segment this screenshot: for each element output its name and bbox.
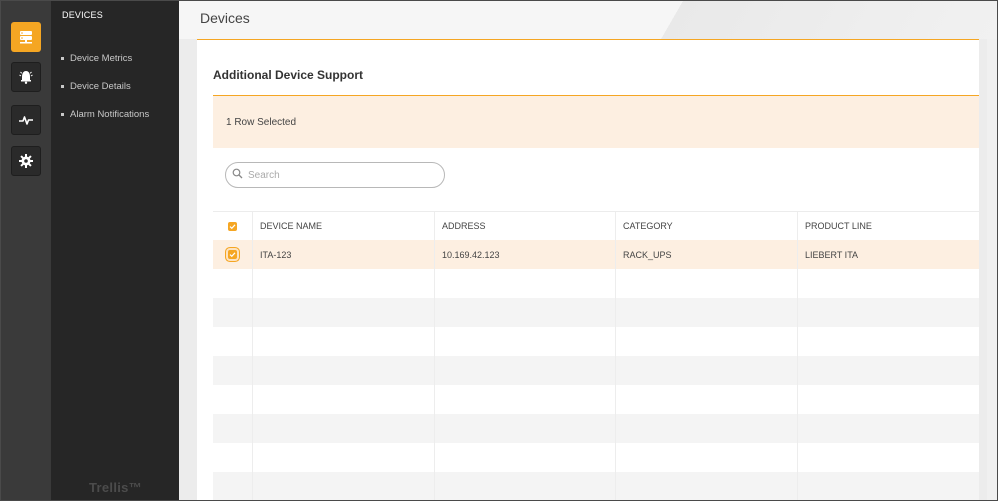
search-box[interactable] [225,162,445,188]
empty-row [213,385,979,414]
settings-nav-button[interactable] [11,146,41,176]
search-input[interactable] [246,168,430,182]
row-checkbox[interactable] [228,250,237,259]
empty-row [213,472,979,500]
device-table: DEVICE NAME ADDRESS CATEGORY PRODUCT LIN… [213,211,979,500]
page-header: Devices [179,1,997,39]
column-header-product-line[interactable]: PRODUCT LINE [798,212,979,240]
gear-icon [18,153,34,169]
pulse-icon [18,112,34,128]
sidebar-item-alarm-notifications[interactable]: Alarm Notifications [61,107,149,122]
check-icon [229,252,236,258]
select-all-cell [213,212,253,240]
column-header-address[interactable]: ADDRESS [435,212,616,240]
bullet-icon [61,85,64,88]
cell-address: 10.169.42.123 [435,240,616,269]
app-window: DEVICES Device Metrics Device Details Al… [0,0,998,501]
vertical-scrollbar[interactable] [987,39,997,500]
brand-logo: Trellis™ [89,480,142,495]
icon-rail [1,1,51,500]
alarms-nav-button[interactable] [11,62,41,92]
sidebar-item-label: Device Metrics [70,53,133,64]
selection-count: 1 Row Selected [226,116,297,128]
sidebar: DEVICES Device Metrics Device Details Al… [51,1,179,500]
cell-category: RACK_UPS [616,240,798,269]
sidebar-menu: Device Metrics Device Details Alarm Noti… [61,51,149,135]
column-header-device-name[interactable]: DEVICE NAME [253,212,435,240]
search-icon [232,166,243,184]
server-icon [18,29,34,45]
sidebar-section-title: DEVICES [62,10,103,20]
main-content: Devices Additional Device Support 1 Row … [179,1,997,500]
empty-row [213,269,979,298]
device-table-panel: 1 Row Selected Search DEVICE NAME ADDRES… [213,95,979,500]
devices-nav-button[interactable] [11,22,41,52]
cell-product-line: LIEBERT ITA [805,249,859,260]
empty-row [213,298,979,327]
empty-row [213,443,979,472]
cell-device-name: ITA-123 [253,240,435,269]
select-all-checkbox[interactable] [228,221,237,231]
sidebar-item-device-details[interactable]: Device Details [61,79,149,94]
card-title: Additional Device Support [213,68,364,82]
sidebar-item-device-metrics[interactable]: Device Metrics [61,51,149,66]
selection-banner: 1 Row Selected [213,96,979,148]
page-title: Devices [200,10,250,26]
sidebar-item-label: Alarm Notifications [70,109,150,120]
bullet-icon [61,57,64,60]
table-row[interactable]: ITA-123 10.169.42.123 RACK_UPS LIEBERT I… [213,240,979,269]
check-icon [229,223,236,229]
empty-row [213,356,979,385]
row-select-cell [213,240,253,269]
empty-row [213,414,979,443]
alarm-bell-icon [18,69,34,85]
sidebar-item-label: Device Details [70,81,131,92]
empty-row [213,327,979,356]
metrics-nav-button[interactable] [11,105,41,135]
column-header-category[interactable]: CATEGORY [616,212,798,240]
device-support-card: Additional Device Support 1 Row Selected [197,39,979,500]
table-header-row: DEVICE NAME ADDRESS CATEGORY PRODUCT LIN… [213,211,979,240]
bullet-icon [61,113,64,116]
